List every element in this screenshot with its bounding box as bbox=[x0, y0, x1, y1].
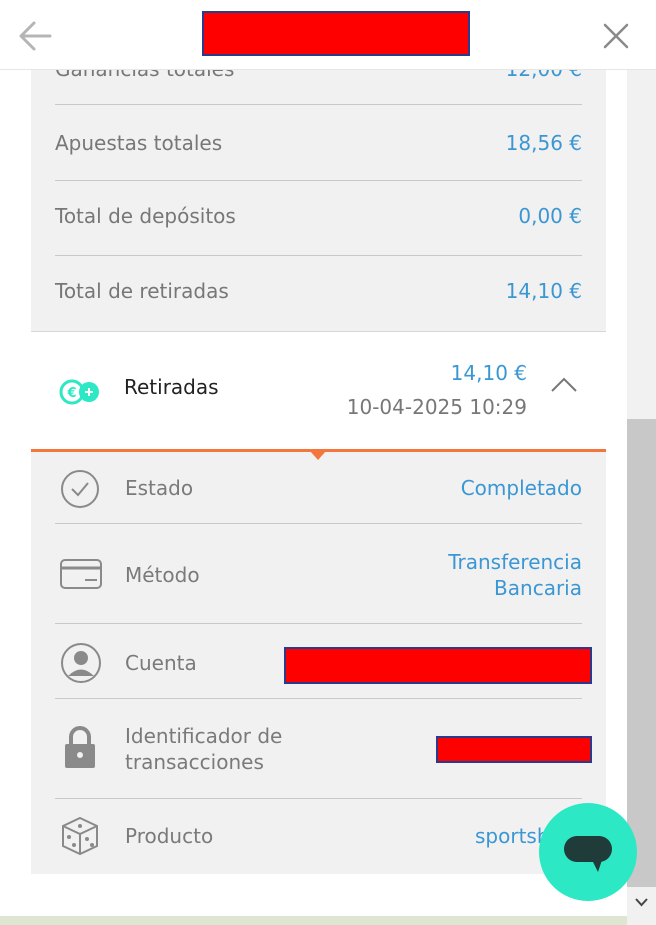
chevron-up-icon[interactable] bbox=[550, 376, 578, 394]
stat-label: Total de retiradas bbox=[55, 279, 229, 303]
detail-value-method-line1: Transferencia bbox=[448, 550, 582, 574]
withdrawal-transaction-header[interactable]: € Retiradas 14,10 € 10-04-2025 10:29 bbox=[31, 331, 606, 450]
stat-value: 18,56 € bbox=[505, 131, 582, 155]
stat-row-total-bets: Apuestas totales 18,56 € bbox=[55, 131, 582, 155]
scroll-down-arrow-icon bbox=[635, 898, 648, 907]
stat-label: Ganancias totales bbox=[55, 69, 235, 81]
svg-text:€: € bbox=[66, 386, 76, 401]
dice-icon bbox=[62, 816, 98, 856]
divider bbox=[55, 623, 582, 624]
close-button[interactable] bbox=[598, 18, 634, 54]
close-icon bbox=[603, 23, 629, 49]
stat-label: Apuestas totales bbox=[55, 131, 223, 155]
detail-label-account: Cuenta bbox=[125, 651, 197, 675]
divider bbox=[55, 255, 582, 256]
scroll-down-button[interactable] bbox=[627, 887, 656, 917]
check-circle-icon bbox=[61, 470, 99, 508]
chat-icon bbox=[564, 836, 612, 872]
back-arrow-icon bbox=[19, 21, 52, 51]
page-title-redacted bbox=[202, 11, 470, 56]
detail-label-transaction-id-line2: transacciones bbox=[125, 750, 264, 774]
user-circle-icon bbox=[61, 643, 101, 683]
stat-row-total-withdrawals: Total de retiradas 14,10 € bbox=[55, 279, 582, 303]
detail-value-product: sportsb bbox=[475, 824, 550, 848]
detail-label-method: Método bbox=[125, 563, 200, 587]
stat-value: 14,10 € bbox=[505, 279, 582, 303]
divider bbox=[55, 104, 582, 105]
stat-value: 12,00 € bbox=[505, 69, 582, 81]
euro-coins-icon: € bbox=[59, 379, 99, 405]
withdrawal-title: Retiradas bbox=[124, 375, 219, 399]
stat-value: 0,00 € bbox=[518, 204, 582, 228]
lock-icon bbox=[65, 726, 95, 768]
bottom-edge-strip bbox=[0, 916, 627, 925]
stat-row-total-deposits: Total de depósitos 0,00 € bbox=[55, 204, 582, 228]
detail-label-transaction-id-line1: Identificador de bbox=[125, 724, 283, 748]
stat-row-total-winnings: Ganancias totales 12,00 € bbox=[55, 69, 582, 81]
scrollbar-thumb[interactable] bbox=[627, 419, 656, 887]
detail-label-status: Estado bbox=[125, 476, 194, 500]
transaction-id-redacted bbox=[436, 736, 592, 763]
divider bbox=[55, 523, 582, 524]
detail-value-status: Completado bbox=[460, 476, 582, 500]
detail-label-product: Producto bbox=[125, 824, 214, 848]
withdrawal-datetime: 10-04-2025 10:29 bbox=[346, 395, 527, 419]
header bbox=[0, 0, 656, 70]
withdrawal-amount: 14,10 € bbox=[450, 361, 527, 385]
credit-card-icon bbox=[60, 559, 102, 589]
scrollbar[interactable] bbox=[627, 69, 656, 925]
divider bbox=[55, 180, 582, 181]
chat-button[interactable] bbox=[539, 803, 637, 901]
stat-label: Total de depósitos bbox=[55, 204, 236, 228]
account-value-redacted bbox=[284, 647, 592, 684]
detail-value-method-line2: Bancaria bbox=[494, 576, 582, 600]
expanded-indicator-arrow bbox=[310, 451, 326, 460]
divider bbox=[55, 798, 582, 799]
account-summary-panel: Ganancias totales 12,00 € Apuestas total… bbox=[31, 69, 606, 874]
back-button[interactable] bbox=[16, 18, 56, 54]
divider bbox=[55, 698, 582, 699]
